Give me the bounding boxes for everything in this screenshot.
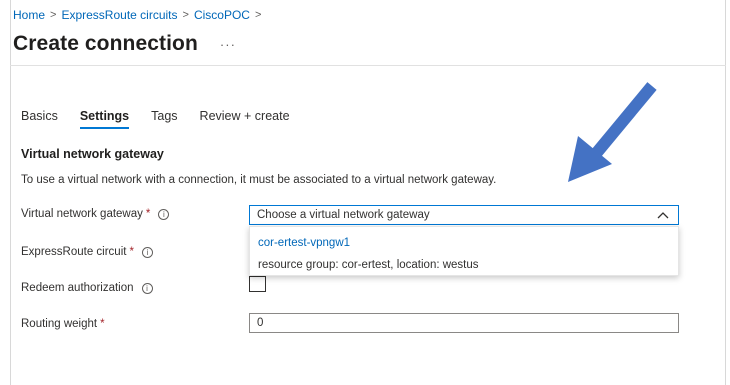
redeem-authorization-checkbox[interactable] (249, 276, 266, 292)
info-circle-icon[interactable]: i (141, 282, 153, 294)
more-options-button[interactable]: ··· (220, 37, 236, 52)
gateway-option-detail[interactable]: resource group: cor-ertest, location: we… (258, 259, 479, 271)
tab-bar: Basics Settings Tags Review + create (21, 109, 312, 129)
info-circle-icon[interactable]: i (141, 246, 153, 258)
tab-tags[interactable]: Tags (151, 109, 177, 129)
required-mark: * (129, 246, 134, 258)
gateway-label-text: Virtual network gateway (21, 208, 143, 220)
breadcrumb-separator: > (50, 9, 57, 21)
section-title: Virtual network gateway (21, 147, 164, 161)
breadcrumb-ciscopoc[interactable]: CiscoPOC (194, 8, 250, 22)
section-description: To use a virtual network with a connecti… (21, 174, 497, 186)
gateway-field-label: Virtual network gateway * i (21, 208, 170, 220)
gateway-option-name[interactable]: cor-ertest-vpngw1 (258, 237, 350, 249)
redeem-field-label: Redeem authorization i (21, 282, 153, 294)
routing-field-label: Routing weight * (21, 318, 105, 330)
circuit-field-label: ExpressRoute circuit * i (21, 246, 153, 258)
required-mark: * (100, 318, 105, 330)
chevron-up-icon[interactable] (656, 209, 670, 221)
info-circle-icon[interactable]: i (158, 208, 170, 220)
gateway-dropdown[interactable]: Choose a virtual network gateway (249, 205, 679, 225)
breadcrumb-separator: > (182, 9, 189, 21)
header-divider (10, 65, 726, 66)
breadcrumb-home[interactable]: Home (13, 8, 45, 22)
breadcrumb-separator: > (254, 9, 262, 21)
routing-label-text: Routing weight (21, 318, 98, 330)
arrow-annotation-icon (568, 82, 657, 182)
gateway-dropdown-placeholder: Choose a virtual network gateway (257, 209, 430, 221)
required-mark: * (145, 208, 151, 220)
title-row: Create connection ··· (13, 32, 236, 56)
tab-review-create[interactable]: Review + create (200, 109, 290, 129)
redeem-label-text: Redeem authorization (21, 282, 134, 294)
breadcrumb-expressroute-circuits[interactable]: ExpressRoute circuits (61, 8, 177, 22)
gateway-dropdown-list: cor-ertest-vpngw1 resource group: cor-er… (249, 226, 679, 276)
tab-settings[interactable]: Settings (79, 109, 130, 129)
breadcrumb: Home > ExpressRoute circuits > CiscoPOC … (13, 8, 266, 22)
circuit-label-text: ExpressRoute circuit (21, 246, 127, 258)
tab-basics[interactable]: Basics (21, 109, 58, 129)
routing-weight-input[interactable] (249, 313, 679, 333)
page-title: Create connection (13, 32, 198, 55)
